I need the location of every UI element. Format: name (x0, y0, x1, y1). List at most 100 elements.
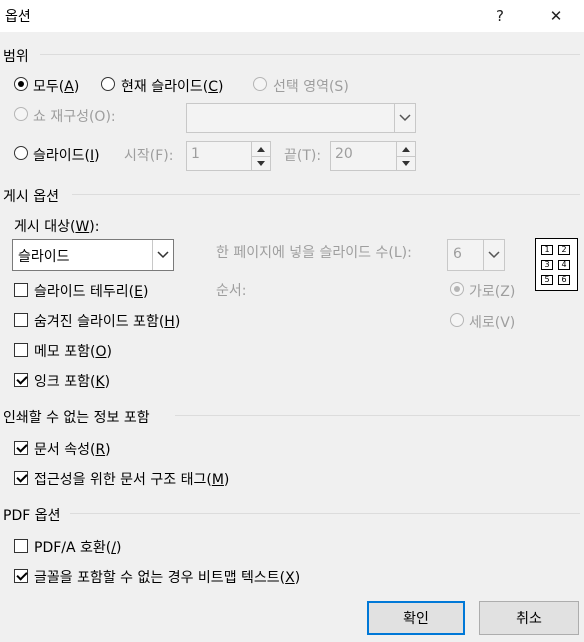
bitmap-check-box (14, 569, 28, 583)
layout-cell: 2 (558, 245, 570, 255)
comments-label[interactable]: 메모 포함(O) (34, 341, 112, 361)
tags-text: 접근성을 위한 문서 구조 태그( (34, 472, 212, 488)
hidden-text: 숨겨진 슬라이드 포함( (34, 314, 165, 330)
all-end: ) (73, 79, 80, 95)
comments-check-box (14, 343, 28, 357)
frame-end: ) (142, 284, 149, 300)
all-label[interactable]: 모두(A) (33, 76, 79, 96)
structure-tags-label[interactable]: 접근성을 위한 문서 구조 태그(M) (34, 469, 229, 489)
all-radio[interactable] (14, 77, 28, 95)
tags-key: M (211, 472, 224, 488)
all-text: 모두( (33, 79, 65, 95)
selection-label: 선택 영역(S) (273, 79, 349, 95)
nonprint-divider (175, 415, 580, 416)
ink-label[interactable]: 잉크 포함(K) (34, 371, 110, 391)
custom-show-combo (186, 103, 416, 133)
ink-text: 잉크 포함( (34, 374, 96, 390)
publish-section-title: 게시 옵션 (3, 189, 59, 205)
slides-radio[interactable] (14, 146, 28, 164)
slides-radio-circle (14, 146, 28, 160)
ink-check-box (14, 373, 28, 387)
layout-cell: 5 (541, 275, 553, 285)
hidden-check-box (14, 313, 28, 327)
layout-cell: 6 (558, 275, 570, 285)
custom-show-radio-circle (14, 107, 28, 121)
what-key: W (75, 219, 90, 235)
docprops-text: 문서 속성( (34, 442, 96, 458)
from-spin-buttons (251, 142, 270, 170)
current-slide-radio[interactable] (101, 77, 115, 95)
structure-tags-checkbox[interactable] (14, 471, 28, 489)
close-button[interactable]: ✕ (536, 2, 576, 30)
slides-per-page-label: 한 페이지에 넣을 슬라이드 수(L): (216, 245, 412, 261)
all-key: A (64, 79, 74, 95)
hidden-slides-label[interactable]: 숨겨진 슬라이드 포함(H) (34, 311, 180, 331)
pdfa-checkbox[interactable] (14, 539, 28, 557)
selection-radio (253, 77, 267, 95)
help-button[interactable]: ? (480, 2, 520, 30)
what-text: 게시 대상( (14, 219, 76, 235)
publish-what-label: 게시 대상(W): (14, 216, 99, 236)
slides-per-page-value: 6 (453, 246, 462, 262)
pdfa-label[interactable]: PDF/A 호환(/) (34, 537, 121, 557)
hidden-end: ) (174, 314, 181, 330)
hidden-key: H (164, 314, 175, 330)
comments-text: 메모 포함( (34, 344, 96, 360)
docprops-end: ) (105, 442, 111, 458)
pdfa-text: PDF/A 호환( (34, 540, 112, 556)
pdf-divider (70, 513, 580, 514)
slides-label[interactable]: 슬라이드(I) (33, 145, 100, 165)
horizontal-radio-circle (450, 282, 464, 296)
frame-slides-checkbox[interactable] (14, 283, 28, 301)
range-divider (40, 54, 580, 55)
layout-cell: 4 (558, 260, 570, 270)
nonprint-section-title: 인쇄할 수 없는 정보 포함 (3, 410, 150, 426)
all-radio-circle (14, 77, 28, 91)
selection-radio-circle (253, 77, 267, 91)
spin-down-icon (252, 156, 270, 170)
publish-what-combo[interactable]: 슬라이드 (12, 239, 174, 271)
ok-button[interactable]: 확인 (367, 601, 465, 635)
document-properties-label[interactable]: 문서 속성(R) (34, 439, 111, 459)
frame-check-box (14, 283, 28, 297)
ink-end: ) (104, 374, 111, 390)
spin-down-icon (397, 156, 415, 170)
dialog-title: 옵션 (5, 9, 31, 25)
close-icon: ✕ (549, 7, 563, 25)
layout-cell: 1 (541, 245, 553, 255)
comments-end: ) (106, 344, 112, 360)
ink-checkbox[interactable] (14, 373, 28, 391)
layout-cell: 3 (541, 260, 553, 270)
to-value: 20 (335, 146, 353, 162)
chevron-down-icon (394, 104, 415, 132)
order-horizontal-radio (450, 282, 464, 300)
publish-what-value: 슬라이드 (18, 249, 70, 265)
to-spin-buttons (396, 142, 415, 170)
bitmap-text: 글꼴을 포함할 수 없는 경우 비트맵 텍스트( (34, 570, 286, 586)
bitmap-text-checkbox[interactable] (14, 569, 28, 587)
from-value: 1 (191, 146, 200, 162)
pdf-section-title: PDF 옵션 (3, 508, 61, 524)
order-label: 순서: (216, 283, 247, 299)
current-end: ) (217, 79, 224, 95)
to-spinner: 20 (330, 141, 416, 171)
current-slide-label[interactable]: 현재 슬라이드(C) (121, 76, 223, 96)
slides-per-page-combo: 6 (447, 239, 505, 271)
help-icon: ? (496, 7, 504, 25)
hidden-slides-checkbox[interactable] (14, 313, 28, 331)
chevron-down-icon (483, 240, 504, 270)
tags-check-box (14, 471, 28, 485)
frame-slides-label[interactable]: 슬라이드 테두리(E) (34, 281, 148, 301)
custom-show-label: 쇼 재구성(O): (33, 109, 116, 125)
bitmap-text-label[interactable]: 글꼴을 포함할 수 없는 경우 비트맵 텍스트(X) (34, 567, 300, 587)
order-horizontal-label: 가로(Z) (469, 284, 516, 300)
document-properties-checkbox[interactable] (14, 441, 28, 459)
publish-divider (72, 194, 580, 195)
range-section-title: 범위 (3, 49, 29, 65)
comments-checkbox[interactable] (14, 343, 28, 361)
cancel-button[interactable]: 취소 (479, 601, 579, 635)
spin-up-icon (252, 142, 270, 157)
slides-end: ) (94, 148, 100, 164)
order-vertical-label: 세로(V) (469, 315, 516, 331)
slides-text: 슬라이드( (33, 148, 90, 164)
